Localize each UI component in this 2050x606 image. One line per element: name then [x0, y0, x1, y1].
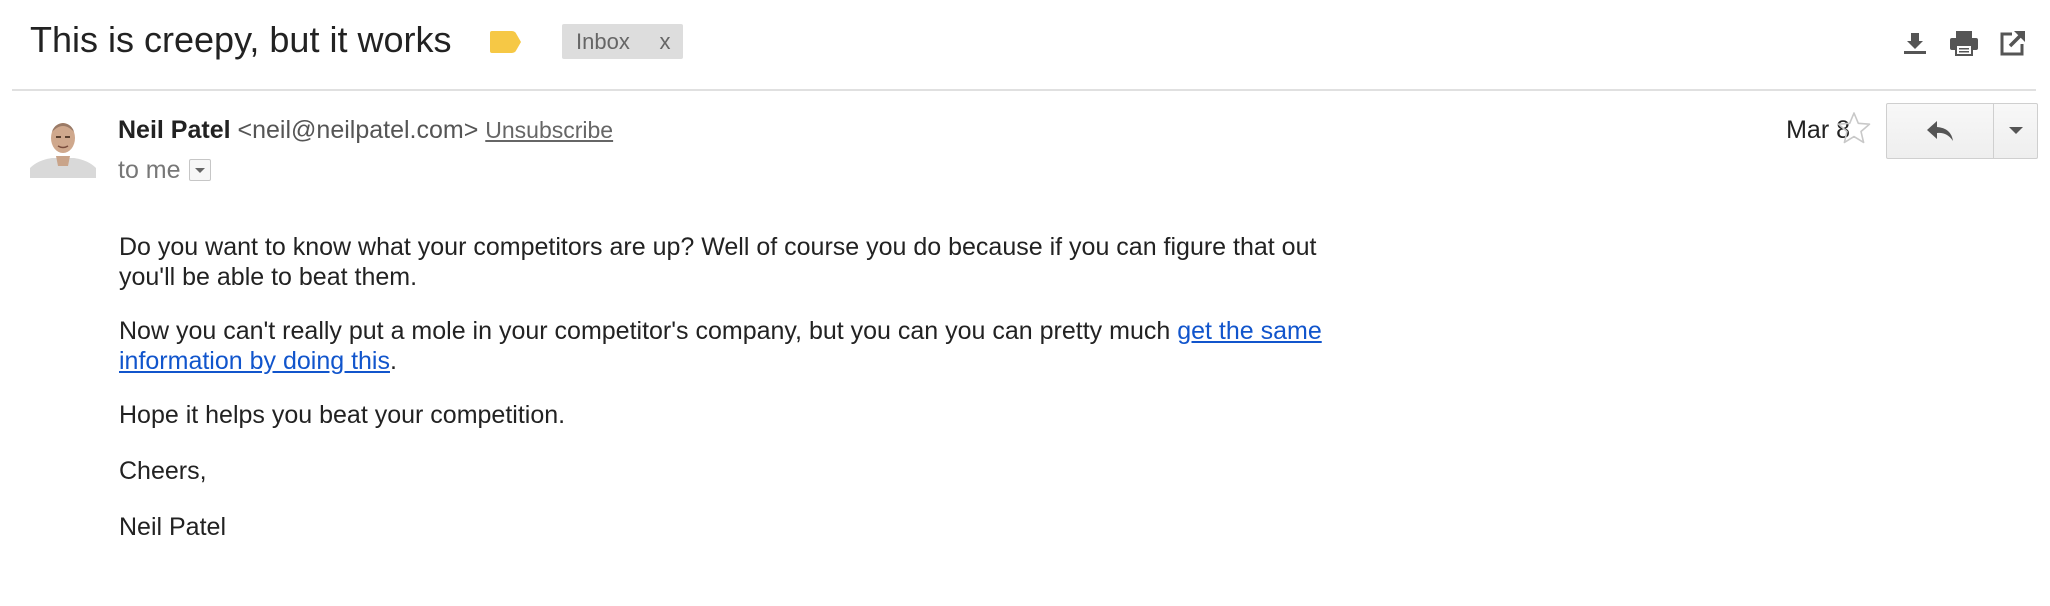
inbox-label: Inbox x: [562, 24, 683, 59]
message-body: Do you want to know what your competitor…: [119, 232, 1339, 566]
inbox-label-text: Inbox: [576, 29, 630, 54]
reply-icon: [1927, 121, 1953, 141]
remove-label-button[interactable]: x: [656, 24, 674, 59]
email-subject: This is creepy, but it works: [30, 19, 452, 60]
chevron-down-icon: [194, 168, 205, 173]
recipient-line: to me: [118, 154, 211, 186]
thread-header: This is creepy, but it works Inbox x: [0, 0, 2050, 91]
body-paragraph: Hope it helps you beat your competition.: [119, 401, 566, 429]
unsubscribe-link[interactable]: Unsubscribe: [485, 117, 613, 143]
body-paragraph: Now you can't really put a mole in your …: [119, 316, 1339, 376]
download-icon[interactable]: [1900, 28, 1930, 58]
show-details-button[interactable]: [188, 159, 211, 181]
sender-name[interactable]: Neil Patel: [118, 116, 231, 144]
subject-divider: [12, 89, 2036, 91]
label-tag-icon[interactable]: [488, 30, 522, 54]
body-text: Now you can't really put a mole in your …: [119, 317, 1178, 345]
body-paragraph: Do you want to know what your competitor…: [119, 233, 1317, 291]
sender-avatar[interactable]: [30, 112, 96, 178]
reply-button-group: [1886, 103, 2038, 159]
sender-email: <neil@neilpatel.com>: [237, 116, 479, 144]
print-icon[interactable]: [1948, 28, 1978, 58]
open-new-window-icon[interactable]: [1998, 28, 2028, 58]
body-paragraph: Cheers,: [119, 457, 207, 485]
recipient-text: to me: [118, 156, 181, 184]
body-text: .: [389, 347, 397, 375]
chevron-down-icon: [2009, 127, 2023, 134]
thread-actions: [1900, 28, 2050, 60]
signature: Neil Patel: [119, 513, 226, 541]
sender-line: Neil Patel <neil@neilpatel.com> Unsubscr…: [118, 114, 613, 146]
star-outline-icon[interactable]: [1836, 110, 1872, 146]
reply-button[interactable]: [1887, 104, 1993, 158]
email-view: This is creepy, but it works Inbox x Nei…: [0, 0, 2050, 606]
more-options-button[interactable]: [1994, 104, 2037, 158]
